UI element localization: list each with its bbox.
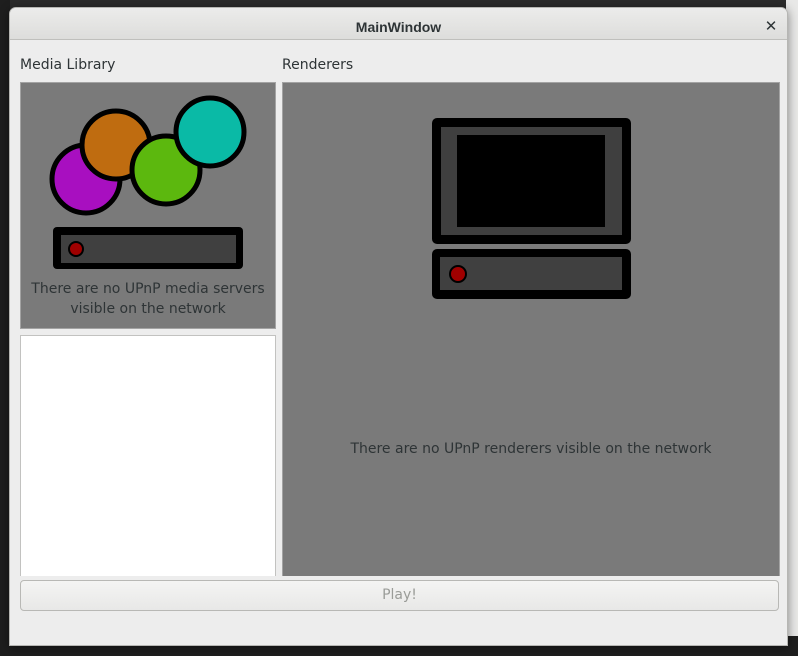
window-title: MainWindow [355,19,442,35]
tv-base-face [440,257,622,290]
media-server-icon [49,95,247,269]
tv-led [449,265,467,283]
server-box-face [61,235,236,263]
close-icon: ✕ [764,17,778,35]
media-library-label: Media Library [20,57,116,73]
renderers-placeholder: There are no UPnP renderers visible on t… [282,82,780,576]
media-library-placeholder: There are no UPnP media servers visible … [20,82,276,329]
close-button[interactable]: ✕ [763,17,779,35]
play-button[interactable]: Play! [20,580,779,611]
renderers-empty-message: There are no UPnP renderers visible on t… [350,441,712,457]
media-circle-teal [173,95,247,169]
main-window: MainWindow ✕ Media Library Renderers The… [9,7,788,646]
renderer-tv-icon [432,118,631,299]
window-titlebar[interactable]: MainWindow ✕ [10,8,787,40]
media-library-list[interactable] [20,335,276,576]
tv-screen [457,135,605,227]
server-led [68,241,84,257]
media-library-empty-line2: visible on the network [70,301,226,317]
media-library-empty-message: There are no UPnP media servers visible … [21,279,275,319]
media-library-empty-line1: There are no UPnP media servers [31,281,265,297]
renderers-label: Renderers [282,57,354,73]
